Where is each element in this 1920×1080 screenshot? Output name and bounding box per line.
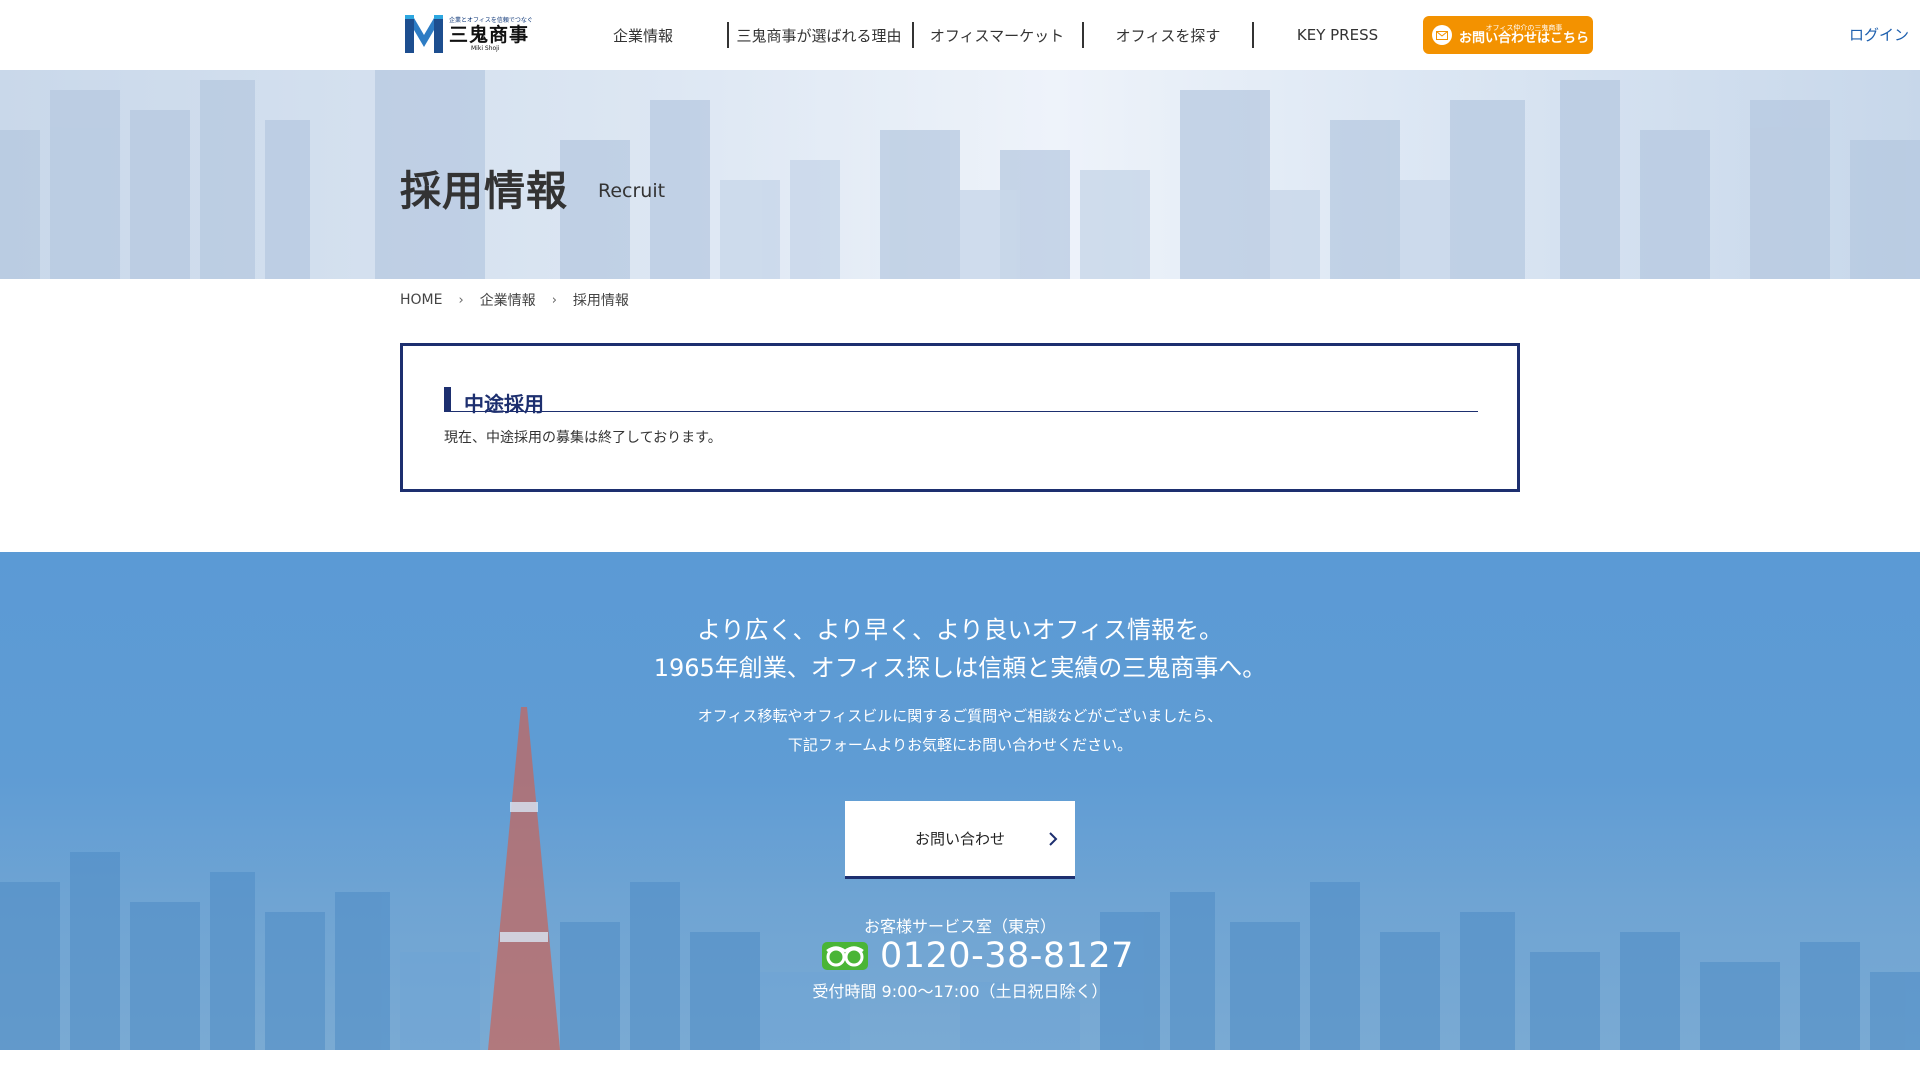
logo[interactable]: 企業とオフィスを信頼でつなぐ 三鬼商事 Miki Shoji [403,14,537,56]
cta-headline-1: より広く、より早く、より良いオフィス情報を。 [696,616,1224,644]
breadcrumb-home[interactable]: HOME [400,292,442,308]
cta-headline-2: 1965年創業、オフィス探しは信頼と実績の三鬼商事へ。 [653,654,1267,682]
heading-accent-bar [444,387,451,412]
contact-button-label: お問い合わせはこちら [1459,30,1590,46]
section-title: 中途採用 [464,392,544,416]
nav-item-company[interactable]: 企業情報 [598,22,688,48]
nav-item-market[interactable]: オフィスマーケット [918,22,1076,48]
contact-button-label: お問い合わせ [914,830,1005,848]
nav-item-reasons[interactable]: 三鬼商事が選ばれる理由 [732,22,906,48]
recruit-section: 中途採用 現在、中途採用の募集は終了しております。 [400,343,1520,492]
tel-number-link[interactable]: 0120-38-8127 [880,936,1134,976]
section-heading: 中途採用 [444,387,1478,416]
logo-name: 三鬼商事 [449,24,530,46]
chevron-right-icon: › [458,292,464,308]
page-title: 採用情報 [400,167,568,215]
nav-item-keypress[interactable]: KEY PRESS [1290,22,1385,48]
city-skyline-image [0,70,1920,279]
logo-sub: Miki Shoji [471,45,500,52]
contact-cta: より広く、より早く、より良いオフィス情報を。 1965年創業、オフィス探しは信頼… [0,552,1920,1050]
nav-separator [912,22,914,48]
tel-row: 0120-38-8127 [822,933,1134,979]
nav-item-search[interactable]: オフィスを探す [1104,22,1232,48]
mail-icon [1432,25,1452,45]
contact-button[interactable]: お問い合わせ [845,801,1075,879]
chevron-right-icon [1049,832,1058,846]
login-link[interactable]: ログイン [1849,24,1909,45]
breadcrumb-company[interactable]: 企業情報 [480,290,536,310]
page-subtitle: Recruit [598,180,666,202]
section-body: 現在、中途採用の募集は終了しております。 [444,430,722,446]
breadcrumb-current: 採用情報 [572,293,629,309]
chevron-right-icon: › [551,292,557,308]
freedial-icon [822,942,868,970]
nav-separator [1082,22,1084,48]
cta-text-2: 下記フォームよりお気軽にお問い合わせください。 [787,736,1133,754]
logo-mark-icon [405,15,443,53]
site-header: 企業とオフィスを信頼でつなぐ 三鬼商事 Miki Shoji 企業情報 三鬼商事… [0,0,1920,70]
nav-separator [1252,22,1254,48]
nav-separator [727,22,729,48]
cta-text-1: オフィス移転やオフィスビルに関するご質問やご相談などがございましたら、 [697,707,1223,725]
header-contact-button[interactable]: オフィス仲介の三鬼商事 お問い合わせはこちら [1423,16,1593,54]
breadcrumb: HOME › 企業情報 › 採用情報 [400,290,629,310]
tel-hours: 受付時間 9:00〜17:00（土日祝日除く） [812,982,1108,1001]
page-hero: 採用情報 Recruit [0,70,1920,279]
